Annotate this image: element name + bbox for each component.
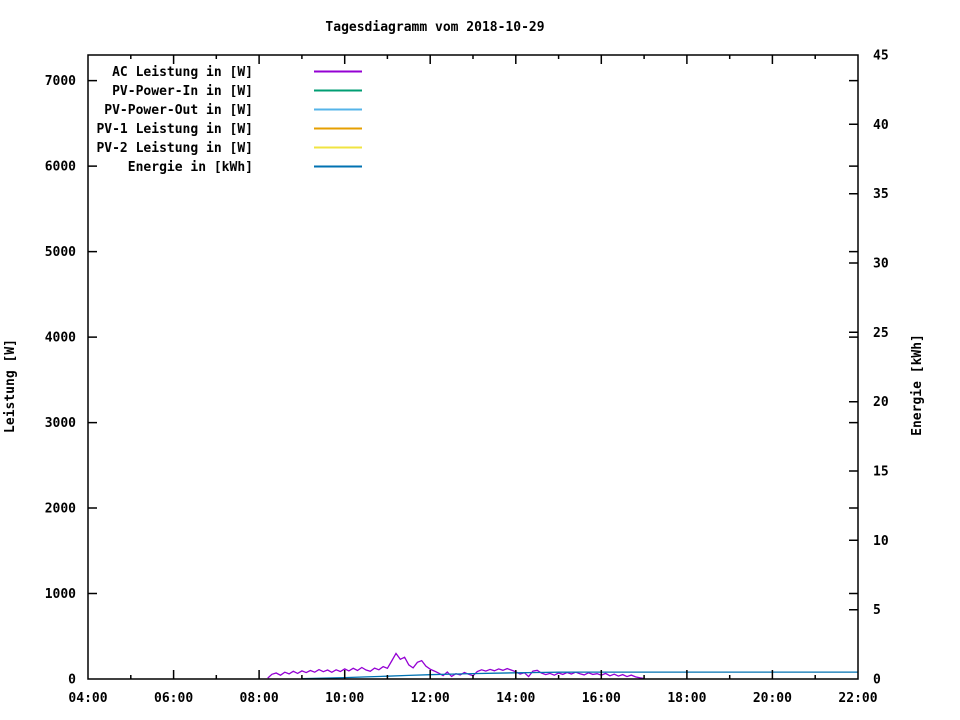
legend-label-ac-leistung: AC Leistung in [W] [112, 65, 253, 80]
series-line-0 [267, 652, 645, 680]
x-tick-label: 20:00 [753, 691, 792, 706]
x-tick-label: 06:00 [154, 691, 193, 706]
x-tick-label: 04:00 [68, 691, 107, 706]
y-right-tick-label: 15 [873, 465, 889, 480]
chart-page: 04:00 06:00 08:00 10:00 12:00 14:00 16:00 18:00… [0, 0, 960, 720]
y-left-tick-label: 7000 [45, 74, 76, 89]
series-layer [267, 652, 858, 680]
y-left-tick-label: 1000 [45, 587, 76, 602]
y-left-tick-label: 5000 [45, 245, 76, 260]
y-right-tick-label: 35 [873, 187, 889, 202]
left-axis-title: Leistung [W] [3, 339, 18, 433]
x-tick-label: 22:00 [838, 691, 877, 706]
y-left-tick-label: 0 [68, 673, 76, 688]
y-right-tick-label: 25 [873, 326, 889, 341]
y-right-tick-label: 30 [873, 257, 889, 272]
x-tick-label: 10:00 [325, 691, 364, 706]
legend-label-pv1-leistung: PV-1 Leistung in [W] [96, 122, 253, 137]
legend-label-pv-power-out: PV-Power-Out in [W] [104, 103, 253, 118]
legend-label-energie: Energie in [kWh] [128, 160, 253, 175]
y-right-tick-label: 5 [873, 603, 881, 618]
legend-label-pv2-leistung: PV-2 Leistung in [W] [96, 141, 253, 156]
y-right-tick-label: 40 [873, 118, 889, 133]
chart-canvas: 04:00 06:00 08:00 10:00 12:00 14:00 16:00 18:00… [3, 20, 925, 706]
chart-title: Tagesdiagramm vom 2018-10-29 [325, 20, 544, 35]
x-tick-label: 12:00 [411, 691, 450, 706]
y-right-tick-label: 45 [873, 49, 889, 64]
y-right-tick-label: 0 [873, 673, 881, 688]
y-right-tick-label: 10 [873, 534, 889, 549]
x-tick-label: 16:00 [582, 691, 621, 706]
y-right-tick-label: 20 [873, 395, 889, 410]
x-tick-label: 14:00 [496, 691, 535, 706]
legend: AC Leistung in [W] PV-Power-In in [W] PV… [96, 65, 362, 175]
right-axis-title: Energie [kWh] [910, 334, 925, 436]
x-tick-label: 08:00 [240, 691, 279, 706]
y-left-tick-label: 6000 [45, 160, 76, 175]
legend-label-pv-power-in: PV-Power-In in [W] [112, 84, 253, 99]
y-left-tick-label: 3000 [45, 416, 76, 431]
y-left-tick-label: 2000 [45, 502, 76, 517]
y-left-tick-label: 4000 [45, 331, 76, 346]
x-tick-label: 18:00 [667, 691, 706, 706]
